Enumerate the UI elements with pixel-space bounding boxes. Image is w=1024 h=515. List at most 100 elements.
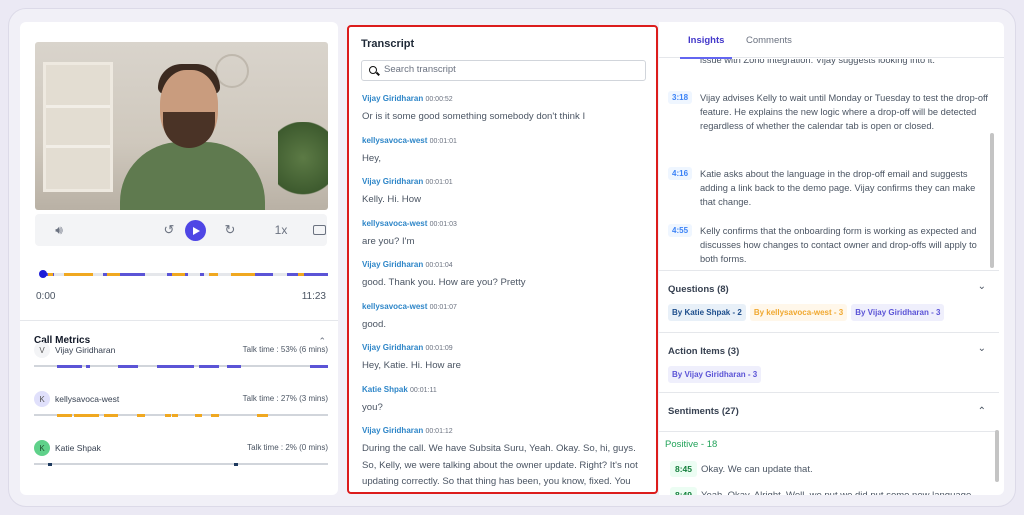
speaker-name: Vijay Giridharan bbox=[55, 345, 116, 355]
speaker-name[interactable]: Vijay Giridharan bbox=[362, 177, 423, 186]
search-input[interactable] bbox=[384, 64, 634, 75]
timestamp[interactable]: 00:01:09 bbox=[425, 345, 452, 352]
tab-insights[interactable]: Insights bbox=[679, 35, 733, 59]
entry-text: good. bbox=[362, 318, 387, 330]
transcript-title: Transcript bbox=[361, 38, 415, 50]
talk-segment bbox=[198, 365, 213, 368]
talk-time: Talk time : 53% (6 mins) bbox=[242, 345, 328, 354]
progress-knob[interactable] bbox=[39, 270, 47, 278]
transcript-entry[interactable]: Vijay Giridharan 00:00:52 Or is it some g… bbox=[362, 93, 647, 126]
timestamp[interactable]: 00:01:12 bbox=[425, 428, 452, 435]
video-player[interactable] bbox=[35, 42, 328, 210]
entry-text: are you? I'm bbox=[362, 235, 415, 247]
talk-segment bbox=[231, 365, 241, 368]
talk-segment bbox=[209, 273, 219, 276]
insight-timestamp[interactable]: 3:18 bbox=[668, 91, 693, 104]
timestamp[interactable]: 00:01:07 bbox=[430, 304, 457, 311]
sentiment-item: 8:45 Okay. We can update that. bbox=[670, 461, 813, 477]
fullscreen-icon[interactable] bbox=[311, 214, 327, 246]
sentiment-timestamp[interactable]: 8:49 bbox=[670, 487, 698, 495]
entry-header: Katie Shpak 00:01:11 bbox=[362, 384, 647, 396]
forward-icon[interactable]: ↻ bbox=[222, 214, 238, 246]
speaker-timeline bbox=[34, 414, 328, 417]
talk-segment bbox=[298, 273, 305, 276]
search-icon bbox=[369, 66, 377, 74]
insight-timestamp[interactable]: 4:55 bbox=[668, 224, 693, 237]
avatar: K bbox=[34, 440, 50, 456]
questions-section: Questions (8) ⌄ By Katie Shpak - 2 By kel… bbox=[659, 270, 999, 332]
sentiment-timestamp[interactable]: 8:45 bbox=[670, 461, 698, 477]
talk-segment bbox=[255, 273, 273, 276]
sentiments-scrollbar[interactable] bbox=[995, 430, 999, 482]
rewind-icon[interactable]: ↺ bbox=[161, 214, 177, 246]
timestamp[interactable]: 00:01:01 bbox=[430, 138, 457, 145]
timestamp[interactable]: 00:01:11 bbox=[410, 387, 437, 394]
talk-segment bbox=[157, 365, 173, 368]
progress-track[interactable] bbox=[41, 273, 328, 276]
transcript-entry[interactable]: Vijay Giridharan 00:01:01 Kelly. Hi. How bbox=[362, 176, 647, 209]
speaker-row: K Katie Shpak Talk time : 2% (0 mins) bbox=[34, 440, 328, 480]
transcript-entry[interactable]: kellysavoca-west 00:01:07 good. bbox=[362, 301, 647, 334]
search-box bbox=[361, 60, 646, 81]
speaker-name[interactable]: kellysavoca-west bbox=[362, 219, 427, 228]
transcript-entry[interactable]: Vijay Giridharan 00:01:04 good. Thank you… bbox=[362, 259, 647, 292]
speaker-row: Kkellysavoca-west Talk time : 27% (3 mins… bbox=[34, 391, 328, 431]
sentiment-text: Yeah. Okay. Alright. Well, we put we did… bbox=[701, 490, 971, 495]
entry-text: Or is it some good something somebody do… bbox=[362, 111, 586, 122]
talk-segment bbox=[257, 414, 268, 417]
background-shelf bbox=[43, 62, 113, 192]
speaker-name[interactable]: Vijay Giridharan bbox=[362, 260, 423, 269]
filter-chip[interactable]: By Katie Shpak - 2 bbox=[668, 304, 746, 321]
speaker-name[interactable]: kellysavoca-west bbox=[362, 136, 427, 145]
scrollbar[interactable] bbox=[990, 133, 994, 268]
avatar: V bbox=[34, 342, 50, 358]
timestamp[interactable]: 00:01:03 bbox=[430, 221, 457, 228]
insight-text: Katie asks about the language in the dro… bbox=[700, 169, 976, 207]
speaker-name[interactable]: Vijay Giridharan bbox=[362, 426, 423, 435]
play-button[interactable] bbox=[185, 220, 206, 241]
transcript-entry[interactable]: Vijay Giridharan 00:01:09 Hey, Katie. Hi.… bbox=[362, 342, 647, 375]
timestamp[interactable]: 00:01:01 bbox=[425, 179, 452, 186]
chevron-up-icon[interactable]: ⌃ bbox=[978, 406, 986, 417]
chevron-down-icon[interactable]: ⌄ bbox=[978, 281, 986, 292]
talk-segment bbox=[104, 414, 118, 417]
volume-icon[interactable]: 🔊︎ bbox=[49, 214, 69, 246]
talk-segment bbox=[106, 273, 120, 276]
chevron-down-icon[interactable]: ⌄ bbox=[978, 343, 986, 354]
entry-text: you? bbox=[362, 401, 383, 413]
speed-button[interactable]: 1x bbox=[269, 214, 293, 246]
filter-chip[interactable]: By Vijay Giridharan - 3 bbox=[668, 366, 762, 383]
filter-chip[interactable]: By kellysavoca-west - 3 bbox=[749, 304, 848, 321]
speaker-name[interactable]: Katie Shpak bbox=[362, 385, 408, 394]
wall-clock bbox=[215, 54, 249, 88]
talk-segment bbox=[194, 414, 202, 417]
transcript-entry[interactable]: Katie Shpak 00:01:11 you? bbox=[362, 384, 647, 417]
action-items-section: Action Items (3) ⌄ By Vijay Giridharan -… bbox=[659, 332, 999, 392]
insight-timestamp[interactable]: 4:16 bbox=[668, 167, 693, 180]
timestamp[interactable]: 00:00:52 bbox=[425, 96, 452, 103]
speaker-name[interactable]: kellysavoca-west bbox=[362, 302, 427, 311]
media-panel: 🔊︎ ↺ ↻ 1x 0:00 11:23 Call Metrics ⌃ V Vij… bbox=[20, 22, 338, 495]
talk-segment bbox=[85, 365, 90, 368]
entry-header: kellysavoca-west 00:01:01 bbox=[362, 135, 647, 147]
entry-text: During the call. We have Subsita Suru, Y… bbox=[362, 443, 638, 487]
talk-segment bbox=[307, 273, 328, 276]
transcript-entry[interactable]: Vijay Giridharan 00:01:12 During the call… bbox=[362, 425, 647, 492]
timestamp[interactable]: 00:01:04 bbox=[425, 262, 452, 269]
speaker-name[interactable]: Vijay Giridharan bbox=[362, 94, 423, 103]
player-controls: 🔊︎ ↺ ↻ 1x bbox=[35, 214, 327, 246]
filter-chip[interactable]: By Vijay Giridharan - 3 bbox=[851, 304, 945, 321]
tab-bar: Insights Comments bbox=[659, 22, 1004, 59]
talk-time: Talk time : 2% (0 mins) bbox=[247, 443, 328, 452]
sentiments-section: Sentiments (27) ⌃ bbox=[659, 392, 999, 432]
entry-text: Hey, Katie. Hi. How are bbox=[362, 360, 461, 371]
talk-segment bbox=[200, 273, 204, 276]
transcript-entry[interactable]: kellysavoca-west 00:01:03 are you? I'm bbox=[362, 218, 647, 251]
speaker-name[interactable]: Vijay Giridharan bbox=[362, 343, 423, 352]
transcript-entry[interactable]: kellysavoca-west 00:01:01 Hey, bbox=[362, 135, 647, 168]
entry-header: kellysavoca-west 00:01:03 bbox=[362, 218, 647, 230]
talk-segment bbox=[79, 414, 92, 417]
tab-comments[interactable]: Comments bbox=[746, 35, 792, 46]
talk-segment bbox=[180, 365, 189, 368]
entry-header: Vijay Giridharan 00:01:12 bbox=[362, 425, 647, 437]
